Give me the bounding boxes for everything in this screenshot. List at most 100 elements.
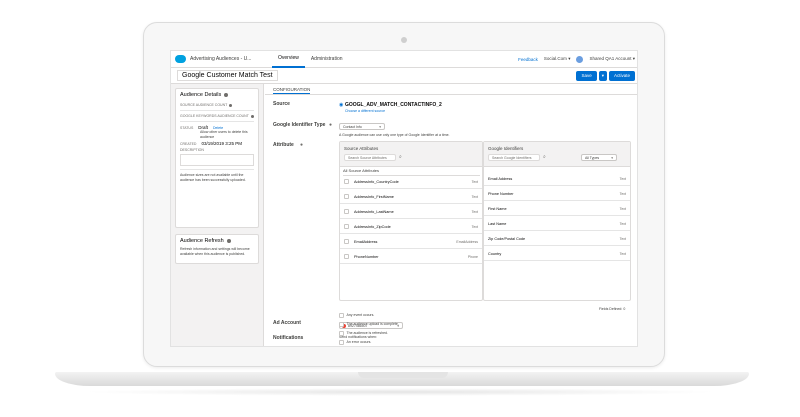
list-item[interactable]: Phone Number Text [484,187,630,201]
created-label: CREATED 03/19/2019 3:25 PM [176,141,258,146]
app-name: Advertising Audiences - U... [190,56,252,62]
attribute-name: AddressInfo_LastName [354,209,394,214]
card-header: Audience Refresh [176,235,258,247]
label-text: GOOGLE KEYWORDS AUDIENCE COUNT [180,114,249,118]
choose-source-link[interactable]: Choose a different source [345,109,385,113]
search-icon[interactable]: ⌕ [399,154,402,160]
row-checkbox[interactable] [344,179,349,184]
checkbox[interactable] [339,340,344,345]
search-placeholder: Search Source Attributes [348,155,387,160]
identifier-name: Phone Number [488,191,514,196]
label-text: STATUS [180,125,194,130]
page-title[interactable]: Google Customer Match Test [177,70,278,81]
row-checkbox[interactable] [344,209,349,214]
row-checkbox[interactable] [344,254,349,259]
divider [180,121,254,122]
identifier-name: First Name [488,206,507,211]
row-checkbox[interactable] [344,239,349,244]
google-identifier-type-select[interactable]: Contact Info ▾ [339,123,385,130]
type-filter-select[interactable]: All Types ▾ [581,154,617,161]
notification-option-refresh[interactable]: The audience is refreshed. [339,331,388,336]
list-item[interactable]: PhoneNumber Phone [340,250,482,264]
laptop-notch [358,372,448,378]
attribute-name: AddressInfo_FirstName [354,194,394,199]
list-item[interactable]: AddressInfo_FirstName Text [340,190,482,204]
info-icon[interactable] [224,93,229,97]
delete-link[interactable]: Delete [213,126,223,130]
identifier-name: Email Address [488,176,513,181]
google-keywords-count-label: GOOGLE KEYWORDS AUDIENCE COUNT [176,114,258,118]
ad-account-label: Ad Account [273,320,301,326]
identifier-name: Zip Code/Postal Code [488,236,526,241]
checkbox[interactable] [339,322,344,327]
notifications-label: Notifications [273,335,304,341]
chevron-down-icon: ▾ [379,125,381,129]
identifier-hint: A Google audience can use only one type … [339,133,450,137]
activate-button[interactable]: Activate [608,70,635,81]
attribute-name: EmailAddress [354,239,378,244]
header-buttons: Save ▾ Activate [576,70,637,81]
more-actions-button[interactable]: ▾ [598,70,607,81]
attribute-type: Text [471,179,478,184]
left-panel: Audience Details SOURCE AUDIENCE COUNT G… [171,84,264,346]
source-name: GOOGL_ADV_MATCH_CONTACTINFO_2 [345,102,442,108]
description-textarea[interactable] [180,154,254,166]
card-header: Audience Details [176,89,258,101]
avatar[interactable] [576,55,584,63]
google-search-input[interactable]: Search Google Identifiers [488,154,540,161]
social-account-selector[interactable]: Social.Com ▾ [544,56,571,62]
info-icon[interactable]: ● [300,142,303,148]
save-button[interactable]: Save [576,70,597,81]
list-item[interactable]: Zip Code/Postal Code Text [484,232,630,246]
row-checkbox[interactable] [344,194,349,199]
checkbox[interactable] [339,313,344,318]
tab-administration[interactable]: Administration [305,51,349,68]
row-checkbox[interactable] [344,224,349,229]
size-note: Audience sizes are not available until t… [180,173,246,182]
list-item[interactable]: Email Address Text [484,172,630,186]
info-icon[interactable] [250,114,254,118]
list-item[interactable]: EmailAddress EmailAddress [340,235,482,249]
main-content: CONFIGURATION Source ◉ GOOGL_ADV_MATCH_C… [265,84,637,346]
attribute-type: Phone [467,254,478,259]
list-item[interactable]: Last Name Text [484,217,630,231]
search-placeholder: Search Google Identifiers [492,155,532,160]
info-icon[interactable] [229,103,233,107]
list-item[interactable]: AddressInfo_ZipCode Text [340,220,482,234]
account-selector[interactable]: Shared QA1 Account ▾ [589,56,635,62]
google-identifiers-panel: Google Identifiers Search Google Identif… [483,141,631,301]
identifier-name: Last Name [488,221,507,226]
attribute-label: Attribute [273,142,294,148]
feedback-link[interactable]: Feedback [518,57,538,62]
list-item[interactable]: First Name Text [484,202,630,216]
option-label: The audience is refreshed. [346,331,388,336]
option-label: An error occurs. [346,340,372,345]
source-search-input[interactable]: Search Source Attributes [344,154,396,161]
notifications-intro: Send notifications when: [339,335,377,339]
attribute-name: PhoneNumber [354,254,379,259]
allow-delete-text: Allow other users to delete this audienc… [200,130,248,139]
chevron-down-icon: ▾ [568,56,571,61]
info-icon[interactable]: ● [329,122,332,128]
divider [180,169,254,170]
notification-option-error[interactable]: An error occurs. [339,340,371,345]
checkbox[interactable] [339,331,344,336]
source-label: Source [273,101,290,107]
laptop-shadow [80,388,720,396]
description-label: DESCRIPTION [180,148,204,152]
notification-option-upload[interactable]: The audience upload is complete. [339,322,399,327]
list-item[interactable]: Country Text [484,247,630,261]
tab-configuration[interactable]: CONFIGURATION [273,87,311,94]
attribute-type: Text [471,194,478,199]
refresh-note: Refresh information and settings will be… [180,247,250,256]
info-icon[interactable] [226,239,231,243]
identifier-type: Text [619,221,626,226]
list-item[interactable]: AddressInfo_LastName Text [340,205,482,219]
laptop-frame: Advertising Audiences - U... Overview Ad… [0,0,800,417]
list-item[interactable]: AddressInfo_CountryCode Text [340,175,482,189]
tab-overview[interactable]: Overview [272,51,305,68]
salesforce-cloud-icon[interactable] [175,55,186,63]
search-icon[interactable]: ⌕ [543,154,546,160]
notification-option-any[interactable]: Any event occurs. [339,313,374,318]
source-attributes-title: Source Attributes [344,146,379,151]
